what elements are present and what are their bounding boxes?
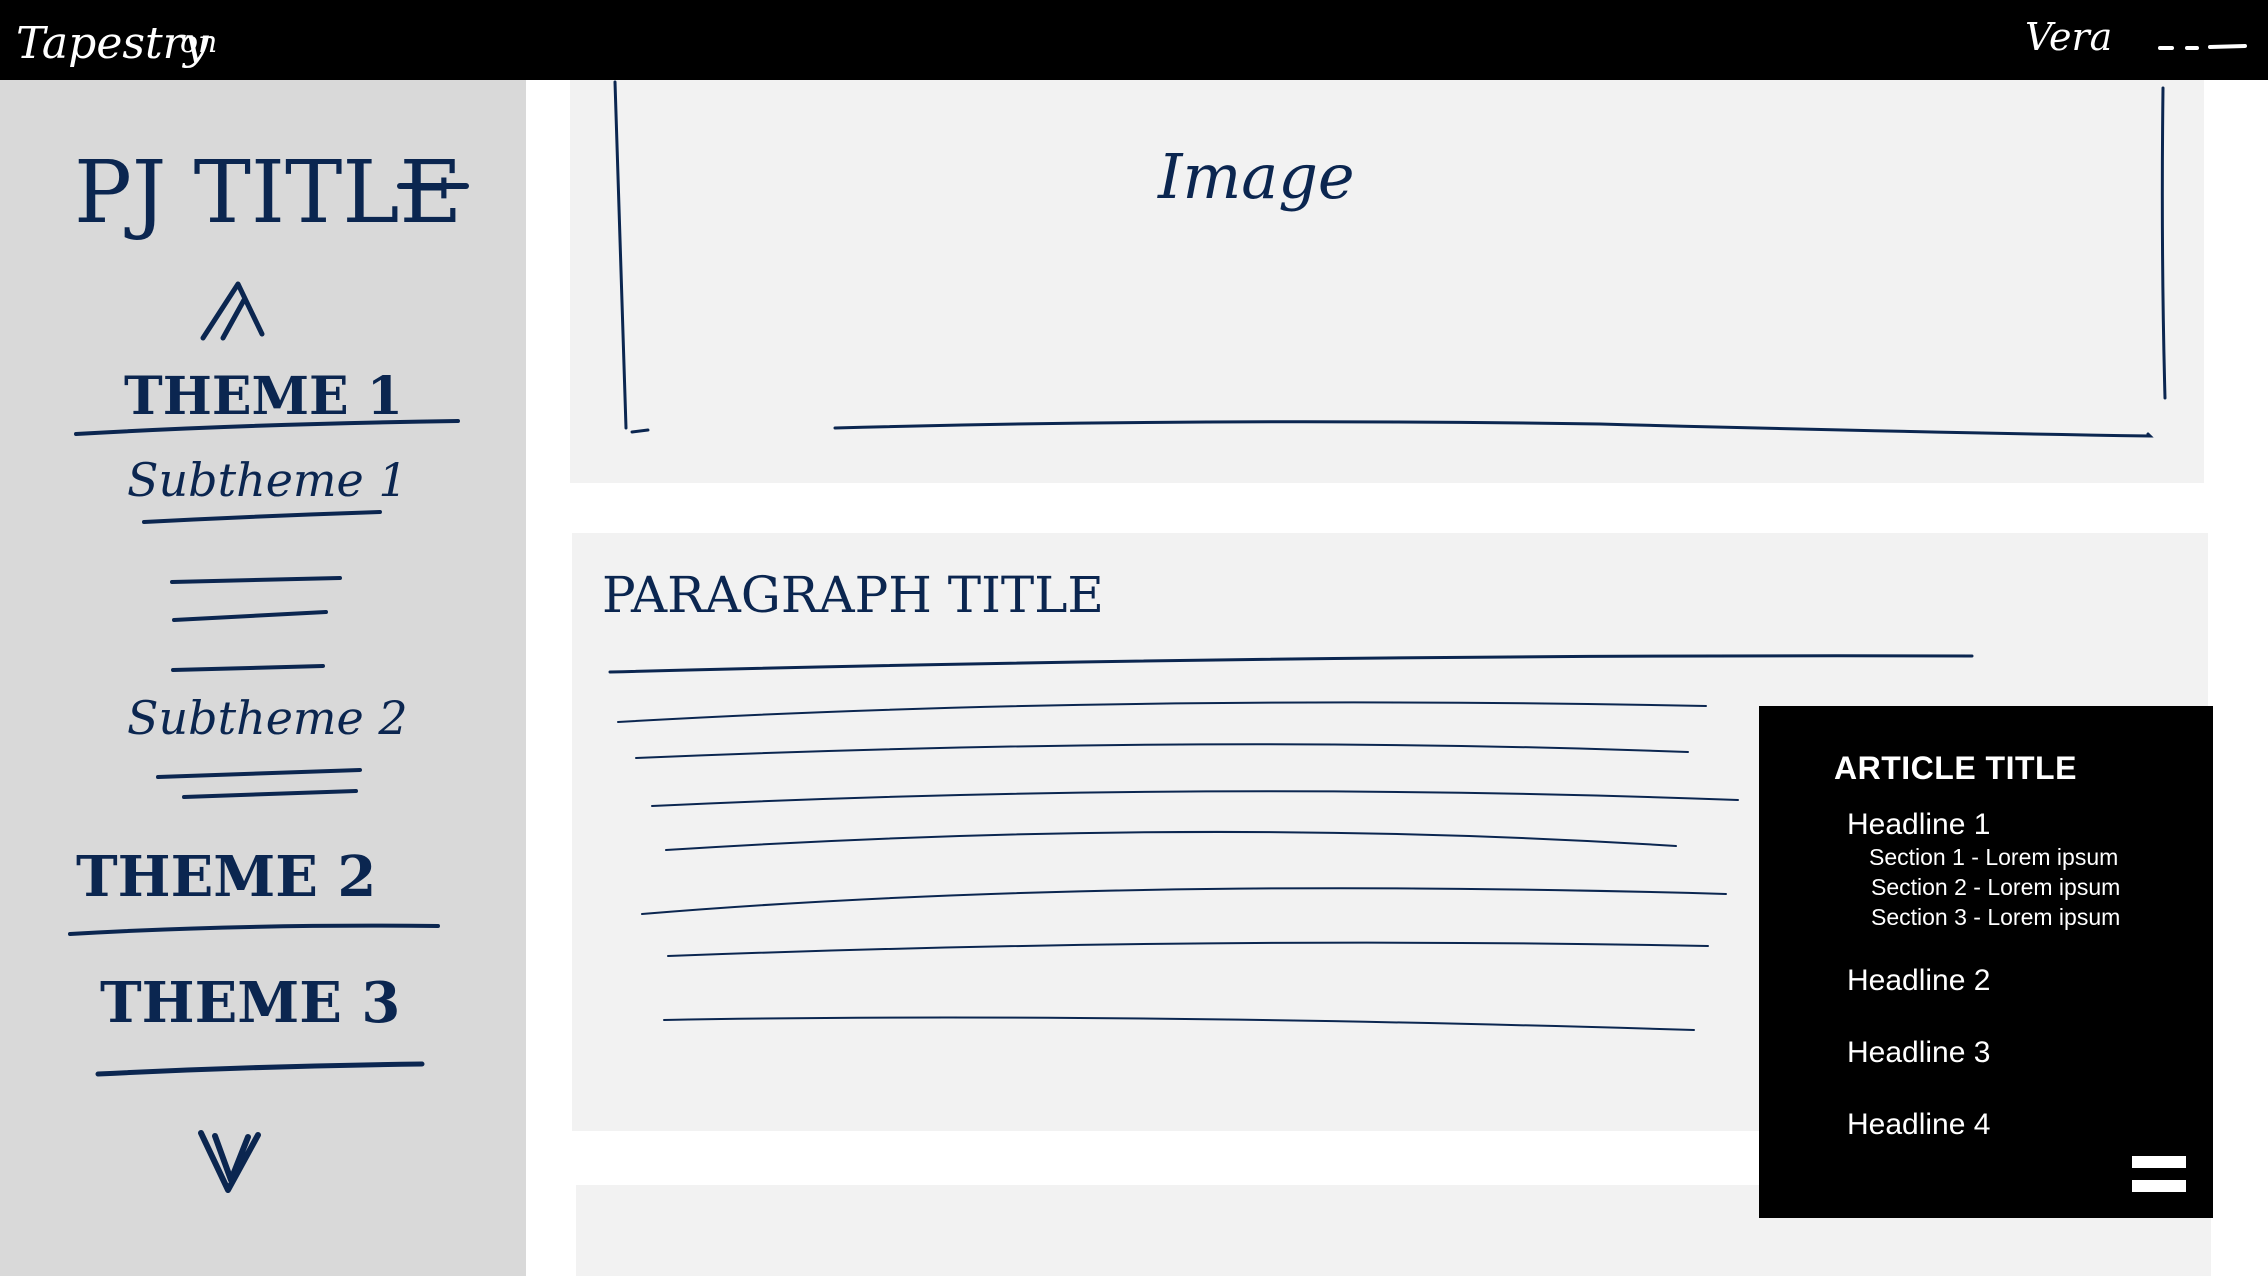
subtheme-2-underlines [156, 768, 362, 799]
toc-headline-1[interactable]: Headline 1 [1847, 808, 1990, 842]
table-of-contents-panel: ARTICLE TITLE Headline 1 Section 1 - Lor… [1759, 706, 2213, 1218]
sidebar-subtheme-1[interactable]: Subtheme 1 [127, 453, 408, 507]
project-title: PJ TITLE [74, 143, 462, 243]
hamburger-menu-icon[interactable] [2132, 1156, 2186, 1192]
toc-headline-4[interactable]: Headline 4 [1847, 1108, 1990, 1142]
account-menu-marks[interactable] [2158, 44, 2247, 50]
toc-section-2[interactable]: Section 2 - Lorem ipsum [1871, 874, 2120, 901]
toc-headline-2[interactable]: Headline 2 [1847, 964, 1990, 998]
chevron-down-icon[interactable] [198, 1130, 261, 1193]
sidebar-subtheme-2[interactable]: Subtheme 2 [127, 691, 408, 745]
toc-section-1[interactable]: Section 1 - Lorem ipsum [1869, 844, 2118, 871]
user-name[interactable]: Vera [2025, 15, 2112, 59]
sidebar-theme-3[interactable]: THEME 3 [100, 970, 400, 1036]
chevron-up-icon[interactable] [200, 281, 265, 341]
image-placeholder-box [613, 80, 2167, 438]
sidebar-placeholder-lines [170, 576, 342, 672]
paragraph-title: PARAGRAPH TITLE [602, 566, 1104, 624]
brand-suffix: on [180, 25, 217, 60]
subtheme-1-underline [142, 510, 382, 524]
article-title: ARTICLE TITLE [1834, 750, 2077, 786]
paragraph-body-lines [617, 701, 1739, 1031]
toc-headline-3[interactable]: Headline 3 [1847, 1036, 1990, 1070]
image-placeholder-label: Image [1157, 140, 1355, 213]
sidebar-theme-2[interactable]: THEME 2 [76, 844, 376, 910]
theme-3-underline [95, 1061, 425, 1077]
wireframe-canvas: Tapestry on Vera PJ TITLE THEME 1 Subthe… [0, 0, 2268, 1276]
toc-section-3[interactable]: Section 3 - Lorem ipsum [1871, 904, 2120, 931]
paragraph-title-underline [608, 654, 1974, 674]
sidebar-theme-1[interactable]: THEME 1 [124, 366, 403, 427]
theme-2-underline [68, 923, 440, 936]
